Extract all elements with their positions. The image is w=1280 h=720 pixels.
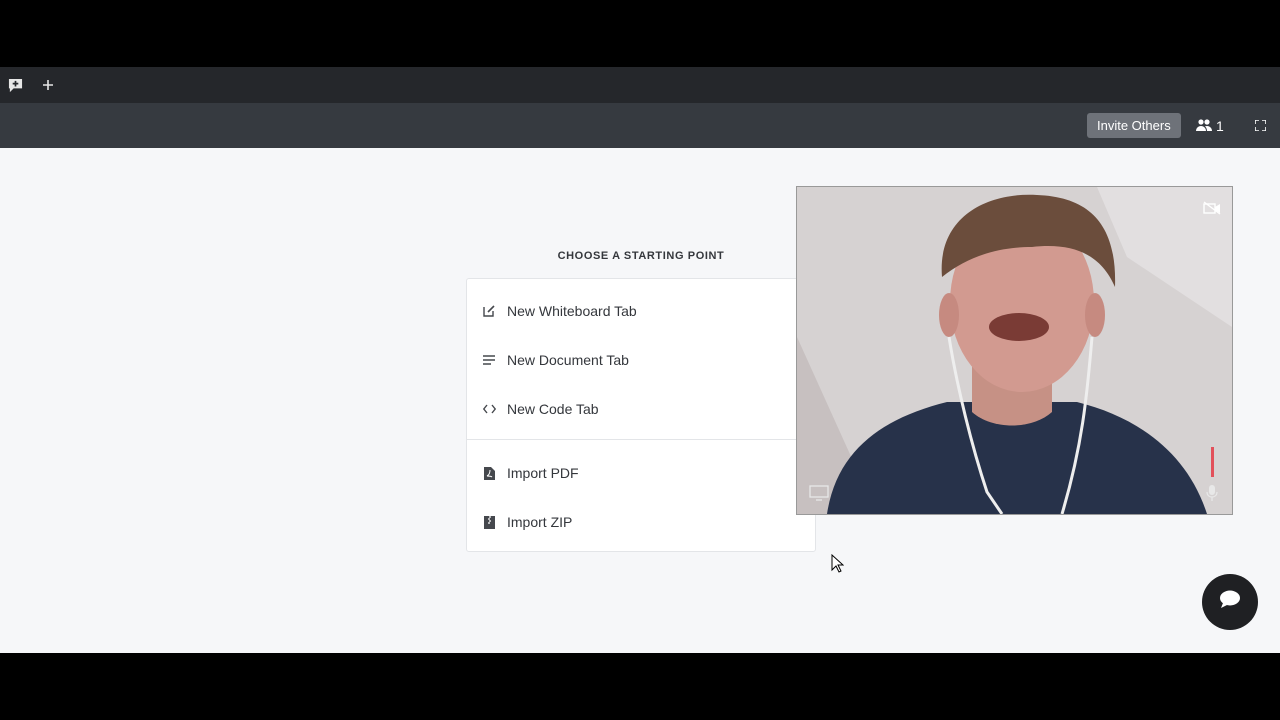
new-tab-chat-icon[interactable] bbox=[0, 67, 30, 103]
chat-bubble-icon bbox=[1219, 590, 1241, 614]
tab-bar bbox=[0, 67, 1280, 103]
starting-point-menu: New Whiteboard Tab New Document Tab New … bbox=[466, 278, 816, 552]
new-document-tab-option[interactable]: New Document Tab bbox=[467, 340, 816, 380]
starting-point-heading: CHOOSE A STARTING POINT bbox=[557, 250, 725, 262]
import-pdf-option[interactable]: Import PDF bbox=[467, 453, 816, 493]
microphone-icon[interactable] bbox=[1206, 485, 1218, 506]
menu-divider bbox=[467, 439, 816, 440]
fullscreen-icon[interactable] bbox=[1250, 113, 1270, 138]
screen-share-icon[interactable] bbox=[809, 485, 829, 506]
option-label: New Code Tab bbox=[507, 401, 599, 417]
participant-video-image bbox=[797, 187, 1232, 514]
code-icon bbox=[482, 402, 496, 416]
participant-count: 1 bbox=[1216, 117, 1224, 134]
people-icon bbox=[1196, 118, 1212, 134]
toolbar: Invite Others 1 bbox=[0, 103, 1280, 148]
participants-button[interactable]: 1 bbox=[1196, 113, 1224, 138]
edit-icon bbox=[482, 304, 496, 318]
chat-button[interactable] bbox=[1202, 574, 1258, 630]
import-zip-option[interactable]: Import ZIP bbox=[467, 502, 816, 542]
plus-icon[interactable] bbox=[33, 67, 63, 103]
option-label: New Whiteboard Tab bbox=[507, 303, 637, 319]
lines-icon bbox=[482, 353, 496, 367]
main-area: CHOOSE A STARTING POINT New Whiteboard T… bbox=[0, 148, 1280, 653]
pdf-file-icon bbox=[482, 466, 496, 480]
option-label: New Document Tab bbox=[507, 352, 629, 368]
option-label: Import PDF bbox=[507, 465, 579, 481]
new-whiteboard-tab-option[interactable]: New Whiteboard Tab bbox=[467, 291, 816, 331]
camera-off-icon[interactable] bbox=[1203, 201, 1221, 220]
invite-others-button[interactable]: Invite Others bbox=[1087, 113, 1181, 138]
video-feed bbox=[796, 186, 1233, 515]
new-code-tab-option[interactable]: New Code Tab bbox=[467, 389, 816, 429]
mouse-cursor-icon bbox=[831, 553, 845, 578]
zip-file-icon bbox=[482, 515, 496, 529]
option-label: Import ZIP bbox=[507, 514, 573, 530]
